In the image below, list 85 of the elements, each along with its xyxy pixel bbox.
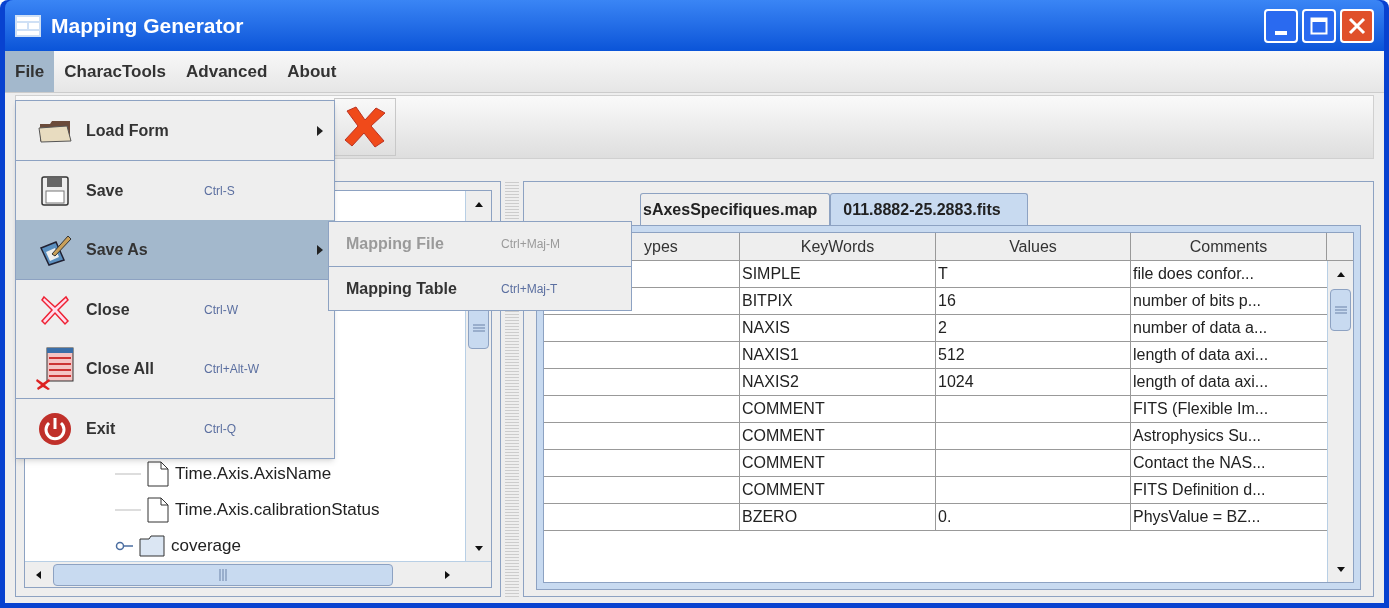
menu-bar-item[interactable]: Advanced [176, 51, 278, 92]
tree-connector-line [115, 509, 141, 511]
window-title: Mapping Generator [51, 12, 244, 39]
document-icon [147, 461, 169, 487]
horizontal-scrollbar[interactable] [25, 561, 491, 587]
close-icon [342, 105, 388, 149]
table-cell-text: FITS Definition d... [1132, 480, 1267, 500]
close-button[interactable] [1340, 8, 1374, 43]
table-cell: SIMPLE [740, 261, 936, 287]
table-cell: NAXIS [740, 315, 936, 341]
table-cell: COMMENT [740, 450, 936, 476]
table-cell: 512 [936, 342, 1131, 368]
folder-icon [139, 535, 165, 557]
menu-item[interactable]: Load Form [16, 101, 334, 160]
cross-icon [40, 293, 70, 326]
menu-item[interactable]: Mapping Table Ctrl+Maj-T [329, 266, 631, 310]
tab[interactable]: 011.8882-25.2883.fits [830, 193, 1028, 225]
maximize-icon [1310, 16, 1328, 35]
menu-item-label: Mapping Table [346, 278, 458, 299]
grip-icon [1334, 306, 1347, 314]
grip-icon [472, 324, 485, 332]
table-cell: 2 [936, 315, 1131, 341]
table-cell-text: Astrophysics Su... [1132, 426, 1263, 446]
column-header[interactable]: KeyWords [740, 233, 936, 261]
menu-item[interactable]: Close All Ctrl+Alt-W [16, 339, 334, 398]
tree-connector-line [115, 473, 141, 475]
column-header[interactable]: Values [936, 233, 1131, 261]
scroll-thumb[interactable] [1330, 289, 1351, 331]
power-icon [38, 411, 72, 446]
shortcut-label: Ctrl-S [204, 182, 235, 200]
shortcut-label: Ctrl+Maj-T [501, 280, 558, 298]
table-cell-text: FITS (Flexible Im... [1132, 399, 1270, 419]
list-delete-icon [35, 346, 75, 391]
tree-item[interactable]: Time.Axis.AxisName [175, 461, 332, 487]
menu-item-label: Save As [86, 239, 149, 260]
toolbar-button[interactable] [334, 98, 396, 156]
table-cell: COMMENT [740, 396, 936, 422]
table-cell: 0. [936, 504, 1131, 530]
minimize-button[interactable] [1264, 8, 1298, 43]
table-cell: T [936, 261, 1131, 287]
table-cell-text: file does confor... [1132, 264, 1255, 284]
shortcut-label: Ctrl-Q [204, 420, 236, 438]
app-icon [15, 14, 41, 37]
scroll-thumb[interactable] [53, 563, 393, 586]
table-cell: 1024 [936, 369, 1131, 395]
table-cell-text: number of bits p... [1132, 291, 1263, 311]
menu-item-label: Close [86, 299, 131, 320]
table-cell-text: PhysValue = BZ... [1132, 507, 1262, 527]
pencil-disk-icon [38, 233, 72, 266]
menu-item[interactable]: Save As [16, 220, 334, 279]
menu-bar-item[interactable]: CharacTools [54, 51, 176, 92]
menu-item-label: Exit [86, 418, 117, 439]
close-icon [1348, 16, 1366, 35]
menu-item[interactable]: Exit Ctrl-Q [16, 399, 334, 458]
menu-item[interactable]: Save Ctrl-S [16, 161, 334, 220]
menu-item-label: Load Form [86, 120, 170, 141]
submenu-arrow-icon [316, 243, 324, 256]
menu-item-label: Save [86, 180, 125, 201]
tree-item[interactable]: coverage [171, 533, 241, 559]
table-cell: COMMENT [740, 477, 936, 503]
table-cell-text: number of data a... [1132, 318, 1269, 338]
vertical-scrollbar[interactable] [1327, 261, 1353, 582]
table-cell: NAXIS1 [740, 342, 936, 368]
document-icon [147, 497, 169, 523]
table-cell: 16 [936, 288, 1131, 314]
menu-bar-item[interactable]: File [5, 51, 55, 92]
table-cell: BZERO [740, 504, 936, 530]
table-cell: COMMENT [740, 423, 936, 449]
menu-item-label: Mapping File [346, 234, 445, 254]
expand-handle-icon[interactable] [115, 541, 133, 551]
shortcut-label: Ctrl-W [204, 301, 238, 319]
table-cell-text: Contact the NAS... [1132, 453, 1267, 473]
table-cell: NAXIS2 [740, 369, 936, 395]
grip-icon [219, 568, 227, 581]
submenu-arrow-icon [316, 124, 324, 137]
table-cell: BITPIX [740, 288, 936, 314]
tab[interactable]: sAxesSpecifiques.map [640, 193, 831, 225]
menu-item-label: Close All [86, 358, 155, 379]
maximize-button[interactable] [1302, 8, 1336, 43]
shortcut-label: Ctrl+Alt-W [204, 360, 259, 378]
minimize-icon [1275, 30, 1287, 35]
table-cell-text: length of data axi... [1132, 345, 1270, 365]
tree-item[interactable]: Time.Axis.calibrationStatus [175, 497, 380, 523]
menu-bar-item[interactable]: About [277, 51, 347, 92]
table-cell-text: length of data axi... [1132, 372, 1270, 392]
